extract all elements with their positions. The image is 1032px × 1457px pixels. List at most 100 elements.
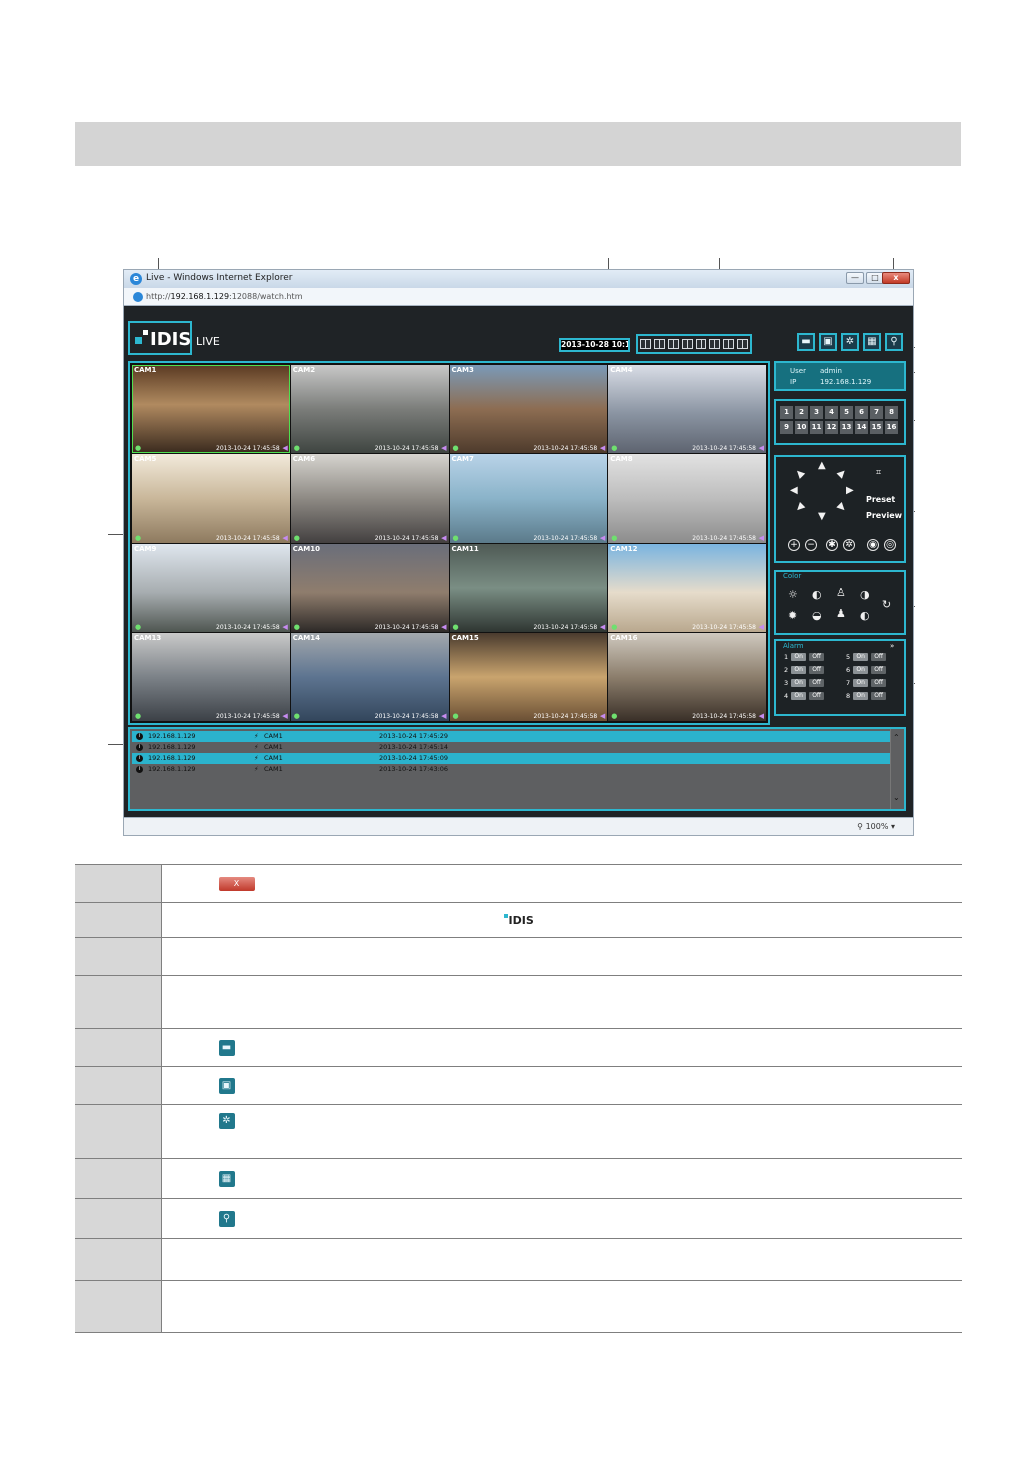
- alarm-off-button[interactable]: Off: [809, 679, 825, 687]
- saturation-down-icon[interactable]: ♟: [836, 607, 846, 620]
- focus-near-icon[interactable]: ✱: [826, 539, 838, 551]
- speaker-icon[interactable]: ◀: [600, 534, 605, 542]
- zoom-in-icon[interactable]: +: [788, 539, 800, 551]
- scroll-down-icon[interactable]: ⌄: [893, 793, 900, 802]
- camera-number-button[interactable]: 15: [870, 421, 883, 434]
- scroll-up-icon[interactable]: ⌃: [893, 733, 900, 742]
- ptz-up-right-icon[interactable]: ▲: [835, 467, 848, 480]
- speaker-icon[interactable]: ◀: [759, 712, 764, 720]
- layout-13-button[interactable]: [709, 339, 721, 349]
- camera-tile[interactable]: CAM5 ● 2013-10-24 17:45:58 ◀: [132, 454, 290, 543]
- camera-tile[interactable]: CAM2 ● 2013-10-24 17:45:58 ◀: [290, 365, 449, 454]
- layout-4-button[interactable]: [653, 339, 665, 349]
- speaker-icon[interactable]: ◀: [441, 623, 446, 631]
- speaker-icon[interactable]: ◀: [600, 712, 605, 720]
- camera-tile[interactable]: CAM15 ● 2013-10-24 17:45:58 ◀: [449, 632, 608, 721]
- camera-number-button[interactable]: 7: [870, 406, 883, 419]
- alarm-off-button[interactable]: Off: [871, 692, 887, 700]
- alarm-on-button[interactable]: On: [791, 692, 807, 700]
- search-button[interactable]: ⚲: [885, 333, 903, 351]
- camera-number-button[interactable]: 16: [885, 421, 898, 434]
- camera-tile[interactable]: CAM11 ● 2013-10-24 17:45:58 ◀: [449, 543, 608, 632]
- contrast-up-icon[interactable]: ◐: [812, 588, 822, 601]
- camera-tile[interactable]: CAM6 ● 2013-10-24 17:45:58 ◀: [290, 454, 449, 543]
- alarm-off-button[interactable]: Off: [871, 653, 887, 661]
- speaker-icon[interactable]: ◀: [282, 712, 287, 720]
- layout-1-button[interactable]: [640, 339, 651, 349]
- event-row[interactable]: i 192.168.1.129 ⚡ CAM1 2013-10-24 17:45:14: [132, 742, 890, 753]
- speaker-icon[interactable]: ◀: [600, 444, 605, 452]
- alarm-on-button[interactable]: On: [853, 666, 869, 674]
- close-button[interactable]: x: [882, 272, 910, 284]
- speaker-icon[interactable]: ◀: [282, 623, 287, 631]
- zoom-level[interactable]: ⚲ 100% ▾: [857, 822, 895, 831]
- ptz-right-icon[interactable]: ▶: [846, 485, 854, 496]
- iris-close-icon[interactable]: ◎: [884, 539, 896, 551]
- camera-number-button[interactable]: 2: [795, 406, 808, 419]
- ptz-preset-label[interactable]: Preset: [866, 495, 895, 504]
- speaker-icon[interactable]: ◀: [759, 534, 764, 542]
- camera-tile[interactable]: CAM1 ● 2013-10-24 17:45:58 ◀: [132, 365, 290, 454]
- snapshot-button[interactable]: ▣: [819, 333, 837, 351]
- address-bar[interactable]: http://192.168.1.129:12088/watch.htm: [124, 288, 913, 306]
- brightness-up-icon[interactable]: ☼: [788, 588, 798, 601]
- ptz-up-left-icon[interactable]: ▲: [793, 467, 806, 480]
- ptz-left-icon[interactable]: ◀: [790, 485, 798, 496]
- speaker-icon[interactable]: ◀: [441, 534, 446, 542]
- ptz-down-icon[interactable]: ▼: [818, 511, 826, 522]
- camera-number-button[interactable]: 5: [840, 406, 853, 419]
- camera-number-button[interactable]: 11: [810, 421, 823, 434]
- alarm-on-button[interactable]: On: [853, 679, 869, 687]
- speaker-icon[interactable]: ◀: [441, 444, 446, 452]
- camera-number-button[interactable]: 6: [855, 406, 868, 419]
- event-row[interactable]: i 192.168.1.129 ⚡ CAM1 2013-10-24 17:45:09: [132, 753, 890, 764]
- camera-tile[interactable]: CAM7 ● 2013-10-24 17:45:58 ◀: [449, 454, 608, 543]
- camera-tile[interactable]: CAM3 ● 2013-10-24 17:45:58 ◀: [449, 365, 608, 454]
- camera-number-button[interactable]: 14: [855, 421, 868, 434]
- camera-number-button[interactable]: 1: [780, 406, 793, 419]
- playback-button[interactable]: ▦: [863, 333, 881, 351]
- layout-9-button[interactable]: [681, 339, 693, 349]
- camera-tile[interactable]: CAM14 ● 2013-10-24 17:45:58 ◀: [290, 632, 449, 721]
- camera-tile[interactable]: CAM16 ● 2013-10-24 17:45:58 ◀: [608, 632, 766, 721]
- speaker-icon[interactable]: ◀: [282, 444, 287, 452]
- event-row[interactable]: i 192.168.1.129 ⚡ CAM1 2013-10-24 17:43:06: [132, 764, 890, 775]
- color-reset-icon[interactable]: ↻: [882, 598, 891, 611]
- camera-tile[interactable]: CAM12 ● 2013-10-24 17:45:58 ◀: [608, 543, 766, 632]
- alarm-on-button[interactable]: On: [853, 692, 869, 700]
- settings-button[interactable]: ✲: [841, 333, 859, 351]
- saturation-up-icon[interactable]: ♙: [836, 586, 846, 599]
- event-row[interactable]: i 192.168.1.129 ⚡ CAM1 2013-10-24 17:45:29: [132, 731, 890, 742]
- speaker-icon[interactable]: ◀: [441, 712, 446, 720]
- alarm-on-button[interactable]: On: [791, 679, 807, 687]
- brightness-down-icon[interactable]: ✹: [788, 609, 797, 622]
- event-log-scrollbar[interactable]: ⌃ ⌄: [890, 729, 904, 809]
- ptz-preview-label[interactable]: Preview: [866, 511, 902, 520]
- camera-number-button[interactable]: 3: [810, 406, 823, 419]
- ptz-up-icon[interactable]: ▲: [818, 460, 826, 471]
- layout-6-button[interactable]: [667, 339, 679, 349]
- camera-tile[interactable]: CAM8 ● 2013-10-24 17:45:58 ◀: [608, 454, 766, 543]
- camera-number-button[interactable]: 10: [795, 421, 808, 434]
- layout-fullscreen-button[interactable]: [737, 339, 748, 349]
- ptz-down-left-icon[interactable]: ▼: [793, 501, 806, 514]
- speaker-icon[interactable]: ◀: [759, 623, 764, 631]
- camera-number-button[interactable]: 4: [825, 406, 838, 419]
- speaker-icon[interactable]: ◀: [600, 623, 605, 631]
- alarm-expand-icon[interactable]: »: [890, 642, 894, 650]
- alarm-off-button[interactable]: Off: [871, 666, 887, 674]
- contrast-down-icon[interactable]: ◒: [812, 609, 822, 622]
- camera-tile[interactable]: CAM4 ● 2013-10-24 17:45:58 ◀: [608, 365, 766, 454]
- focus-far-icon[interactable]: ✲: [843, 539, 855, 551]
- camera-number-button[interactable]: 12: [825, 421, 838, 434]
- alarm-on-button[interactable]: On: [853, 653, 869, 661]
- hue-down-icon[interactable]: ◐: [860, 609, 870, 622]
- zoom-out-icon[interactable]: −: [805, 539, 817, 551]
- alarm-off-button[interactable]: Off: [809, 692, 825, 700]
- camera-tile[interactable]: CAM13 ● 2013-10-24 17:45:58 ◀: [132, 632, 290, 721]
- camera-number-button[interactable]: 13: [840, 421, 853, 434]
- camera-number-button[interactable]: 9: [780, 421, 793, 434]
- alarm-on-button[interactable]: On: [791, 666, 807, 674]
- speaker-icon[interactable]: ◀: [759, 444, 764, 452]
- camera-tile[interactable]: CAM10 ● 2013-10-24 17:45:58 ◀: [290, 543, 449, 632]
